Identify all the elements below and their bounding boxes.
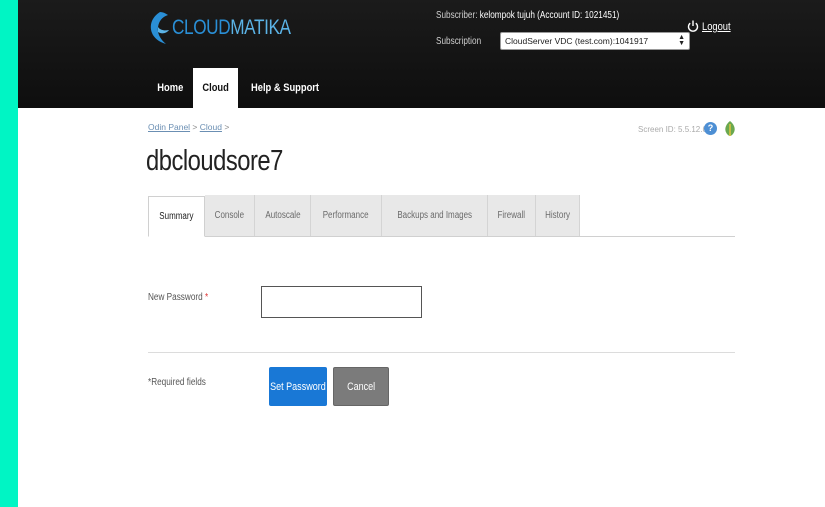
power-icon bbox=[687, 20, 699, 32]
tab-label: Autoscale bbox=[264, 210, 301, 221]
top-bar: CLOUDMATIKA Subscriber: kelompok tujuh (… bbox=[18, 0, 825, 108]
tab-label: Summary bbox=[159, 211, 194, 222]
cancel-label: Cancel bbox=[346, 380, 376, 393]
nav-item-label: Home bbox=[157, 82, 184, 94]
tab-firewall[interactable]: Firewall bbox=[488, 195, 536, 236]
breadcrumb: Odin Panel > Cloud > bbox=[148, 122, 230, 132]
tab-label: History bbox=[544, 210, 570, 221]
app-window: CLOUDMATIKA Subscriber: kelompok tujuh (… bbox=[18, 0, 825, 507]
breadcrumb-odin-panel[interactable]: Odin Panel bbox=[148, 122, 190, 132]
help-icon[interactable]: ? bbox=[704, 122, 717, 135]
tab-autoscale[interactable]: Autoscale bbox=[254, 195, 312, 236]
nav-item-home[interactable]: Home bbox=[148, 68, 193, 108]
logout-label: Logout bbox=[702, 20, 731, 33]
new-password-input[interactable] bbox=[261, 286, 422, 318]
subscription-selected-value: CloudServer VDC (test.com):1041917 bbox=[505, 36, 649, 46]
subscriber-label: Subscriber: bbox=[436, 10, 478, 21]
tab-summary[interactable]: Summary bbox=[148, 196, 205, 237]
tab-history[interactable]: History bbox=[535, 195, 580, 236]
required-mark: * bbox=[204, 292, 209, 303]
set-password-label: Set Password bbox=[270, 380, 326, 393]
subscriber-info: Subscriber: kelompok tujuh (Account ID: … bbox=[436, 10, 619, 21]
nav-item-cloud[interactable]: Cloud bbox=[192, 68, 238, 108]
cancel-button[interactable]: Cancel bbox=[333, 367, 389, 406]
main-nav: Home Cloud Help & Support bbox=[148, 68, 332, 108]
form-divider bbox=[148, 352, 735, 353]
logout-link[interactable]: Logout bbox=[687, 20, 736, 33]
tab-label: Backups and Images bbox=[397, 210, 472, 221]
bird-logo-icon bbox=[150, 12, 169, 44]
subscription-select[interactable]: CloudServer VDC (test.com):1041917 ▲ ▼ bbox=[500, 32, 690, 50]
new-password-label-text: New Password bbox=[148, 292, 203, 303]
subscriber-value: kelompok tujuh (Account ID: 1021451) bbox=[479, 10, 620, 21]
tab-label: Performance bbox=[323, 210, 369, 221]
logo-text: CLOUDMATIKA bbox=[172, 16, 291, 39]
tab-console[interactable]: Console bbox=[204, 195, 255, 236]
tab-backups-and-images[interactable]: Backups and Images bbox=[381, 195, 489, 236]
set-password-button[interactable]: Set Password bbox=[269, 367, 327, 406]
subscription-row: Subscription CloudServer VDC (test.com):… bbox=[436, 32, 690, 50]
leaf-icon[interactable] bbox=[723, 120, 737, 137]
page-title: dbcloudsore7 bbox=[146, 145, 283, 177]
cloudmatika-logo[interactable]: CLOUDMATIKA bbox=[146, 8, 317, 48]
required-fields-note: *Required fields bbox=[148, 377, 206, 388]
select-arrows-icon: ▲ ▼ bbox=[678, 34, 685, 47]
nav-item-label: Help & Support bbox=[250, 82, 319, 94]
tab-bar: Summary Console Autoscale Performance Ba… bbox=[148, 195, 735, 237]
tab-label: Console bbox=[214, 210, 244, 221]
nav-item-help-support[interactable]: Help & Support bbox=[238, 68, 332, 108]
tab-label: Firewall bbox=[497, 210, 526, 221]
new-password-label: New Password * bbox=[148, 292, 208, 303]
breadcrumb-cloud[interactable]: Cloud bbox=[200, 122, 222, 132]
subscription-label: Subscription bbox=[436, 35, 482, 47]
screen-id: Screen ID: 5.5.12.61 bbox=[638, 125, 712, 134]
tab-performance[interactable]: Performance bbox=[311, 195, 382, 236]
nav-item-label: Cloud bbox=[201, 82, 229, 94]
